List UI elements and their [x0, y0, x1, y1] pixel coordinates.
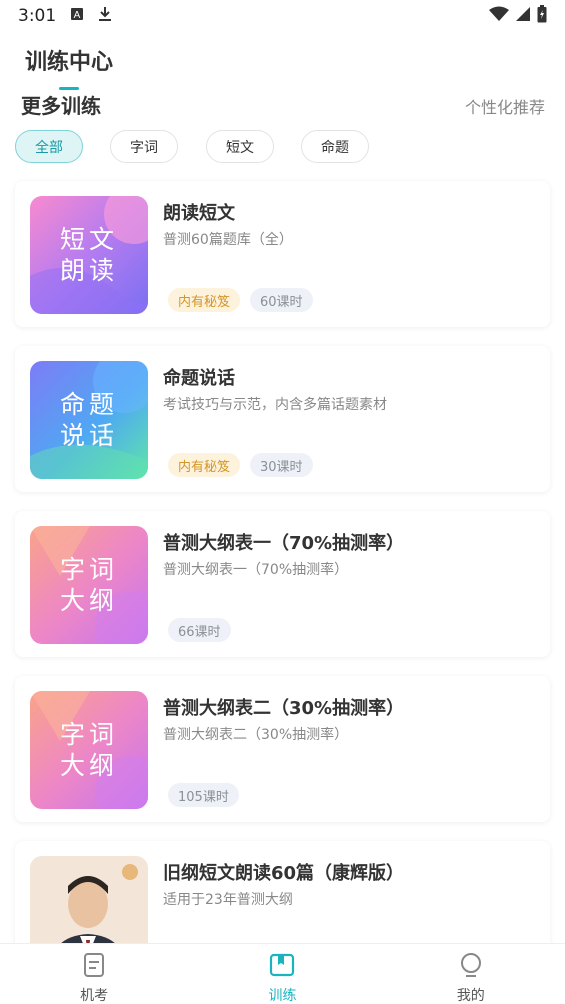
status-time: 3:01 [18, 6, 57, 26]
section-title: 更多训练 [21, 94, 101, 118]
tab-mine[interactable]: 我的 [377, 944, 565, 1004]
thumbnail-line: 字词 [59, 555, 118, 584]
course-card[interactable]: 短文 朗读 朗读短文 普测60篇题库（全） 内有秘笈 60课时 [15, 181, 550, 327]
download-icon [98, 6, 112, 26]
course-title: 命题说话 [163, 368, 235, 389]
thumbnail-line: 大纲 [59, 586, 118, 615]
secret-tip-badge: 内有秘笈 [168, 453, 241, 477]
filter-chip-all[interactable]: 全部 [15, 130, 83, 163]
course-subtitle: 考试技巧与示范，内含多篇话题素材 [163, 397, 387, 413]
exam-icon [80, 951, 108, 983]
course-card[interactable]: 字词 大纲 普测大纲表二（30%抽测率） 普测大纲表二（30%抽测率） 105课时 [15, 676, 550, 822]
lesson-count-badge: 60课时 [250, 288, 313, 312]
course-title: 普测大纲表一（70%抽测率） [163, 533, 405, 554]
course-card[interactable]: 字词 大纲 普测大纲表一（70%抽测率） 普测大纲表一（70%抽测率） 66课时 [15, 511, 550, 657]
thumbnail-line: 说话 [59, 421, 118, 450]
course-card[interactable]: 命题 说话 命题说话 考试技巧与示范，内含多篇话题素材 内有秘笈 30课时 [15, 346, 550, 492]
signal-icon [515, 6, 531, 27]
book-icon [268, 951, 296, 983]
course-thumbnail: 字词 大纲 [30, 691, 148, 809]
secret-tip-badge: 内有秘笈 [168, 288, 241, 312]
course-title: 普测大纲表二（30%抽测率） [163, 698, 405, 719]
lesson-count-badge: 66课时 [168, 618, 231, 642]
page-title: 训练中心 [25, 50, 114, 75]
tab-exam[interactable]: 机考 [0, 944, 188, 1004]
course-subtitle: 普测60篇题库（全） [163, 232, 293, 248]
filter-chip-words[interactable]: 字词 [110, 130, 178, 163]
status-bar: 3:01 A [0, 0, 565, 32]
section-header: 更多训练 个性化推荐 [21, 87, 545, 120]
tab-training[interactable]: 训练 [188, 944, 376, 1004]
course-subtitle: 普测大纲表一（70%抽测率） [163, 562, 349, 578]
filter-chip-passages[interactable]: 短文 [206, 130, 274, 163]
course-thumbnail: 字词 大纲 [30, 526, 148, 644]
tab-label: 训练 [268, 988, 297, 1004]
thumbnail-line: 命题 [59, 390, 118, 419]
wifi-icon [489, 6, 509, 27]
personalized-recommend-link[interactable]: 个性化推荐 [465, 94, 545, 118]
course-subtitle: 普测大纲表二（30%抽测率） [163, 727, 349, 743]
lesson-count-badge: 105课时 [168, 783, 239, 807]
course-title: 朗读短文 [163, 203, 235, 224]
thumbnail-line: 字词 [59, 720, 118, 749]
battery-icon [537, 4, 547, 28]
thumbnail-line: 大纲 [59, 751, 118, 780]
course-thumbnail: 短文 朗读 [30, 196, 148, 314]
tab-label: 我的 [456, 988, 485, 1004]
bottom-tab-bar: 机考 训练 我的 [0, 943, 565, 1004]
thumbnail-line: 朗读 [59, 256, 118, 285]
keyboard-icon: A [70, 7, 84, 25]
profile-icon [457, 951, 485, 983]
lesson-count-badge: 30课时 [250, 453, 313, 477]
tab-label: 机考 [80, 988, 109, 1004]
course-title: 旧纲短文朗读60篇（康辉版） [163, 863, 405, 884]
svg-text:A: A [74, 10, 81, 21]
filter-chip-topics[interactable]: 命题 [301, 130, 369, 163]
course-subtitle: 适用于23年普测大纲 [163, 892, 293, 908]
thumbnail-line: 短文 [59, 225, 118, 254]
course-thumbnail: 命题 说话 [30, 361, 148, 479]
